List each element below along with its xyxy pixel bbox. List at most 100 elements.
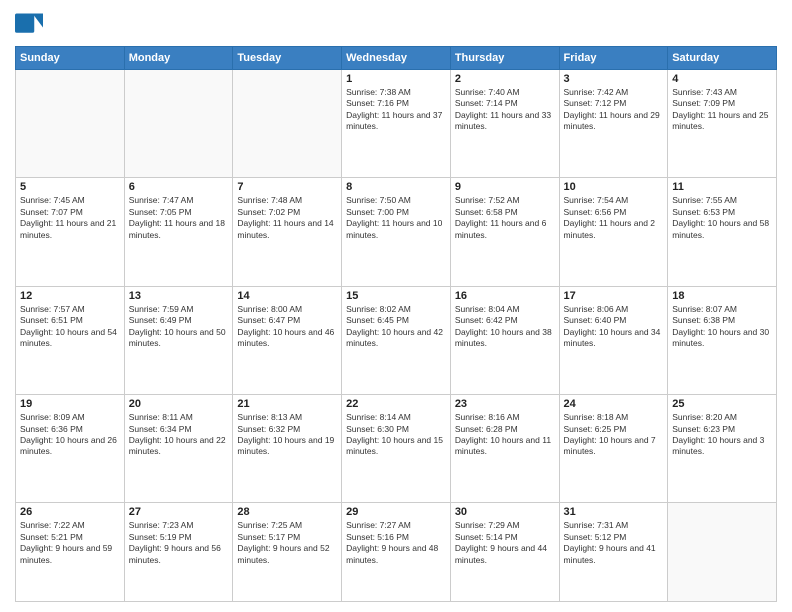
day-number: 18 bbox=[672, 290, 772, 302]
day-info: Sunrise: 7:55 AMSunset: 6:53 PMDaylight:… bbox=[672, 195, 772, 241]
calendar-cell: 6 Sunrise: 7:47 AMSunset: 7:05 PMDaylight… bbox=[124, 178, 233, 286]
logo bbox=[15, 10, 47, 38]
calendar-cell: 1 Sunrise: 7:38 AMSunset: 7:16 PMDaylight… bbox=[342, 70, 451, 178]
weekday-header-monday: Monday bbox=[124, 47, 233, 70]
calendar-cell: 3 Sunrise: 7:42 AMSunset: 7:12 PMDaylight… bbox=[559, 70, 668, 178]
day-number: 12 bbox=[20, 290, 120, 302]
calendar-cell bbox=[16, 70, 125, 178]
header bbox=[15, 10, 777, 38]
calendar-cell bbox=[124, 70, 233, 178]
calendar-cell: 31 Sunrise: 7:31 AMSunset: 5:12 PMDayligh… bbox=[559, 503, 668, 602]
day-number: 11 bbox=[672, 181, 772, 193]
calendar-cell: 21 Sunrise: 8:13 AMSunset: 6:32 PMDayligh… bbox=[233, 395, 342, 503]
calendar-cell: 24 Sunrise: 8:18 AMSunset: 6:25 PMDayligh… bbox=[559, 395, 668, 503]
day-number: 31 bbox=[564, 506, 664, 518]
day-info: Sunrise: 7:47 AMSunset: 7:05 PMDaylight:… bbox=[129, 195, 229, 241]
day-number: 10 bbox=[564, 181, 664, 193]
calendar-cell: 10 Sunrise: 7:54 AMSunset: 6:56 PMDayligh… bbox=[559, 178, 668, 286]
weekday-header-friday: Friday bbox=[559, 47, 668, 70]
calendar-cell: 17Sunrise: 8:06 AMSunset: 6:40 PMDayligh… bbox=[559, 286, 668, 394]
calendar-cell: 2Sunrise: 7:40 AMSunset: 7:14 PMDaylight… bbox=[450, 70, 559, 178]
day-info: Sunrise: 7:50 AMSunset: 7:00 PMDaylight:… bbox=[346, 195, 446, 241]
day-number: 1 bbox=[346, 73, 446, 85]
calendar-week-2: 5 Sunrise: 7:45 AMSunset: 7:07 PMDaylight… bbox=[16, 178, 777, 286]
day-number: 4 bbox=[672, 73, 772, 85]
calendar-cell: 15Sunrise: 8:02 AMSunset: 6:45 PMDayligh… bbox=[342, 286, 451, 394]
day-info: Sunrise: 7:42 AMSunset: 7:12 PMDaylight:… bbox=[564, 87, 664, 133]
day-number: 6 bbox=[129, 181, 229, 193]
day-info: Sunrise: 7:54 AMSunset: 6:56 PMDaylight:… bbox=[564, 195, 664, 241]
weekday-header-wednesday: Wednesday bbox=[342, 47, 451, 70]
day-number: 5 bbox=[20, 181, 120, 193]
day-info: Sunrise: 7:57 AMSunset: 6:51 PMDaylight:… bbox=[20, 304, 120, 350]
day-number: 27 bbox=[129, 506, 229, 518]
day-number: 23 bbox=[455, 398, 555, 410]
calendar-table: SundayMondayTuesdayWednesdayThursdayFrid… bbox=[15, 46, 777, 602]
day-number: 29 bbox=[346, 506, 446, 518]
calendar-cell: 13 Sunrise: 7:59 AMSunset: 6:49 PMDayligh… bbox=[124, 286, 233, 394]
weekday-header-thursday: Thursday bbox=[450, 47, 559, 70]
day-number: 21 bbox=[237, 398, 337, 410]
day-number: 30 bbox=[455, 506, 555, 518]
day-number: 25 bbox=[672, 398, 772, 410]
day-number: 7 bbox=[237, 181, 337, 193]
day-info: Sunrise: 8:13 AMSunset: 6:32 PMDaylight:… bbox=[237, 412, 337, 458]
day-info: Sunrise: 7:45 AMSunset: 7:07 PMDaylight:… bbox=[20, 195, 120, 241]
day-info: Sunrise: 8:11 AMSunset: 6:34 PMDaylight:… bbox=[129, 412, 229, 458]
day-info: Sunrise: 7:27 AMSunset: 5:16 PMDaylight:… bbox=[346, 520, 446, 566]
day-info: Sunrise: 7:25 AMSunset: 5:17 PMDaylight:… bbox=[237, 520, 337, 566]
calendar-cell: 4Sunrise: 7:43 AMSunset: 7:09 PMDaylight… bbox=[668, 70, 777, 178]
calendar-cell: 7 Sunrise: 7:48 AMSunset: 7:02 PMDaylight… bbox=[233, 178, 342, 286]
calendar-cell: 18 Sunrise: 8:07 AMSunset: 6:38 PMDayligh… bbox=[668, 286, 777, 394]
day-info: Sunrise: 8:18 AMSunset: 6:25 PMDaylight:… bbox=[564, 412, 664, 458]
day-number: 13 bbox=[129, 290, 229, 302]
calendar-cell: 5 Sunrise: 7:45 AMSunset: 7:07 PMDaylight… bbox=[16, 178, 125, 286]
calendar-cell: 9 Sunrise: 7:52 AMSunset: 6:58 PMDaylight… bbox=[450, 178, 559, 286]
day-number: 28 bbox=[237, 506, 337, 518]
day-number: 8 bbox=[346, 181, 446, 193]
day-number: 22 bbox=[346, 398, 446, 410]
calendar-cell: 25Sunrise: 8:20 AMSunset: 6:23 PMDayligh… bbox=[668, 395, 777, 503]
calendar-week-3: 12 Sunrise: 7:57 AMSunset: 6:51 PMDayligh… bbox=[16, 286, 777, 394]
weekday-header-saturday: Saturday bbox=[668, 47, 777, 70]
calendar-cell: 26Sunrise: 7:22 AMSunset: 5:21 PMDayligh… bbox=[16, 503, 125, 602]
day-number: 19 bbox=[20, 398, 120, 410]
calendar-cell: 30 Sunrise: 7:29 AMSunset: 5:14 PMDayligh… bbox=[450, 503, 559, 602]
calendar-cell: 8 Sunrise: 7:50 AMSunset: 7:00 PMDaylight… bbox=[342, 178, 451, 286]
day-info: Sunrise: 8:09 AMSunset: 6:36 PMDaylight:… bbox=[20, 412, 120, 458]
day-number: 16 bbox=[455, 290, 555, 302]
calendar-cell: 28 Sunrise: 7:25 AMSunset: 5:17 PMDayligh… bbox=[233, 503, 342, 602]
day-number: 2 bbox=[455, 73, 555, 85]
weekday-header-sunday: Sunday bbox=[16, 47, 125, 70]
day-number: 3 bbox=[564, 73, 664, 85]
calendar-cell: 16 Sunrise: 8:04 AMSunset: 6:42 PMDayligh… bbox=[450, 286, 559, 394]
day-info: Sunrise: 7:22 AMSunset: 5:21 PMDaylight:… bbox=[20, 520, 120, 566]
calendar-cell: 11 Sunrise: 7:55 AMSunset: 6:53 PMDayligh… bbox=[668, 178, 777, 286]
calendar-cell: 12 Sunrise: 7:57 AMSunset: 6:51 PMDayligh… bbox=[16, 286, 125, 394]
day-number: 20 bbox=[129, 398, 229, 410]
calendar-cell: 19 Sunrise: 8:09 AMSunset: 6:36 PMDayligh… bbox=[16, 395, 125, 503]
logo-icon bbox=[15, 10, 43, 38]
page: SundayMondayTuesdayWednesdayThursdayFrid… bbox=[0, 0, 792, 612]
calendar-week-5: 26Sunrise: 7:22 AMSunset: 5:21 PMDayligh… bbox=[16, 503, 777, 602]
day-info: Sunrise: 8:02 AMSunset: 6:45 PMDaylight:… bbox=[346, 304, 446, 350]
day-info: Sunrise: 7:52 AMSunset: 6:58 PMDaylight:… bbox=[455, 195, 555, 241]
calendar-cell bbox=[233, 70, 342, 178]
day-info: Sunrise: 7:31 AMSunset: 5:12 PMDaylight:… bbox=[564, 520, 664, 566]
day-number: 24 bbox=[564, 398, 664, 410]
day-info: Sunrise: 8:07 AMSunset: 6:38 PMDaylight:… bbox=[672, 304, 772, 350]
calendar-cell: 27 Sunrise: 7:23 AMSunset: 5:19 PMDayligh… bbox=[124, 503, 233, 602]
day-info: Sunrise: 8:04 AMSunset: 6:42 PMDaylight:… bbox=[455, 304, 555, 350]
day-info: Sunrise: 8:16 AMSunset: 6:28 PMDaylight:… bbox=[455, 412, 555, 458]
calendar-cell: 22Sunrise: 8:14 AMSunset: 6:30 PMDayligh… bbox=[342, 395, 451, 503]
day-info: Sunrise: 7:29 AMSunset: 5:14 PMDaylight:… bbox=[455, 520, 555, 566]
day-info: Sunrise: 7:23 AMSunset: 5:19 PMDaylight:… bbox=[129, 520, 229, 566]
calendar-cell: 20 Sunrise: 8:11 AMSunset: 6:34 PMDayligh… bbox=[124, 395, 233, 503]
weekday-header-tuesday: Tuesday bbox=[233, 47, 342, 70]
day-info: Sunrise: 7:38 AMSunset: 7:16 PMDaylight:… bbox=[346, 87, 446, 133]
calendar-header-row: SundayMondayTuesdayWednesdayThursdayFrid… bbox=[16, 47, 777, 70]
day-number: 9 bbox=[455, 181, 555, 193]
calendar-week-1: 1 Sunrise: 7:38 AMSunset: 7:16 PMDaylight… bbox=[16, 70, 777, 178]
day-info: Sunrise: 7:59 AMSunset: 6:49 PMDaylight:… bbox=[129, 304, 229, 350]
day-info: Sunrise: 7:48 AMSunset: 7:02 PMDaylight:… bbox=[237, 195, 337, 241]
